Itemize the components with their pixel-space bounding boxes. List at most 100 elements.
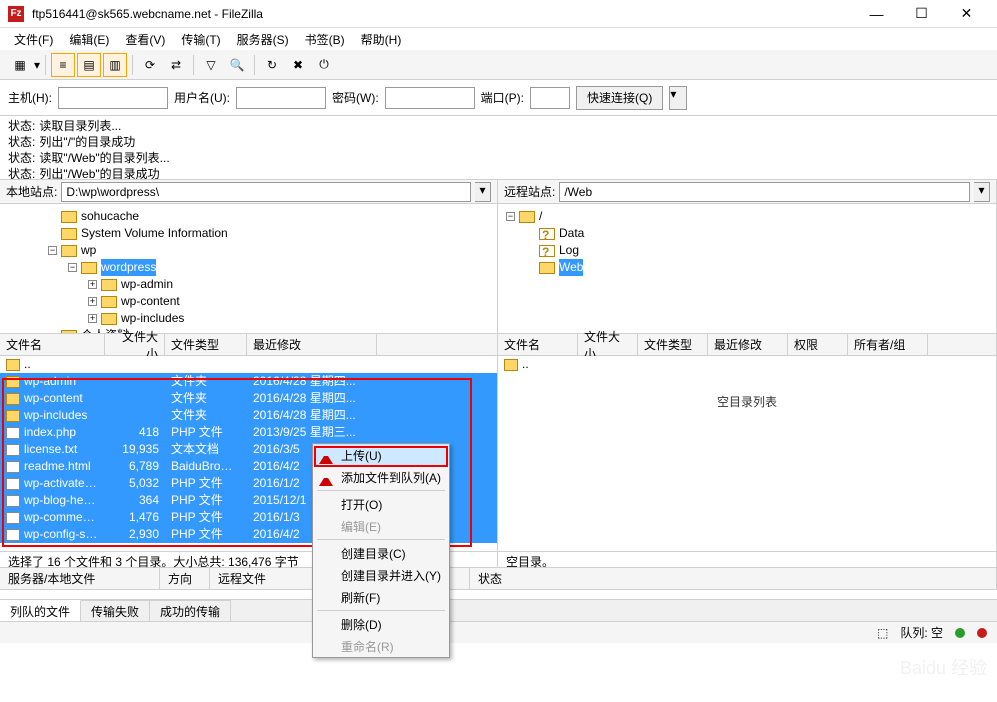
file-icon: [6, 529, 20, 541]
menu-item[interactable]: 服务器(S): [231, 29, 295, 50]
queue-status: 队列: 空: [900, 624, 943, 641]
host-input[interactable]: [58, 87, 168, 109]
expand-icon[interactable]: +: [88, 314, 97, 323]
menu-label: 添加文件到队列(A): [341, 469, 441, 486]
menu-item[interactable]: 帮助(H): [355, 29, 408, 50]
toolbar-sitemanager-icon[interactable]: ▦: [8, 53, 32, 77]
expand-icon[interactable]: −: [48, 246, 57, 255]
column-header[interactable]: 最近修改: [708, 334, 788, 355]
local-tree[interactable]: sohucacheSystem Volume Information−wp−wo…: [0, 204, 497, 334]
queue-tab[interactable]: 成功的传输: [150, 600, 231, 621]
bottom-statusbar: ⬚ 队列: 空: [0, 621, 997, 643]
toolbar-cancel-icon[interactable]: ✖: [286, 53, 310, 77]
toolbar-toggle-queue-icon[interactable]: ▥: [103, 53, 127, 77]
file-row[interactable]: wp-admin文件夹2016/4/28 星期四...: [0, 373, 497, 390]
toolbar-filter-icon[interactable]: ▽: [199, 53, 223, 77]
queue-tab[interactable]: 传输失败: [81, 600, 150, 621]
menu-item[interactable]: 书签(B): [299, 29, 351, 50]
parent-dir[interactable]: ..: [0, 356, 497, 373]
queue-indicator-icon: ⬚: [877, 626, 888, 640]
context-menu-item[interactable]: 打开(O): [313, 493, 449, 515]
context-menu-item[interactable]: 添加文件到队列(A): [313, 466, 449, 488]
remote-path-input[interactable]: [559, 182, 970, 202]
tree-node[interactable]: Data: [526, 225, 988, 242]
menu-item[interactable]: 编辑(E): [63, 29, 115, 50]
remote-filelist[interactable]: .. 空目录列表: [498, 356, 996, 551]
quickconnect-button[interactable]: 快速连接(Q): [576, 86, 663, 110]
port-input[interactable]: [530, 87, 570, 109]
column-header[interactable]: 文件大小: [578, 334, 638, 355]
remote-path-dropdown[interactable]: ▾: [974, 182, 990, 202]
user-label: 用户名(U):: [174, 89, 230, 106]
expand-icon[interactable]: −: [506, 212, 515, 221]
expand-icon[interactable]: −: [68, 263, 77, 272]
tree-label: Data: [559, 225, 584, 242]
queue-tab[interactable]: 列队的文件: [0, 600, 81, 621]
transfer-queue[interactable]: [0, 589, 997, 599]
folder-icon: [504, 359, 518, 371]
maximize-button[interactable]: ☐: [899, 0, 944, 28]
local-path-input[interactable]: [61, 182, 471, 202]
context-menu-item[interactable]: 刷新(F): [313, 586, 449, 608]
file-row[interactable]: index.php418PHP 文件2013/9/25 星期三...: [0, 424, 497, 441]
local-path-dropdown[interactable]: ▾: [475, 182, 491, 202]
toolbar-search-icon[interactable]: 🔍: [225, 53, 249, 77]
column-header[interactable]: 文件名: [0, 334, 105, 355]
toolbar-toggle-log-icon[interactable]: ≡: [51, 53, 75, 77]
tree-label: Web: [559, 259, 583, 276]
expand-icon[interactable]: +: [88, 297, 97, 306]
toolbar-sync-icon[interactable]: ⟳: [138, 53, 162, 77]
user-input[interactable]: [236, 87, 326, 109]
context-menu: 上传(U)添加文件到队列(A)打开(O)编辑(E)创建目录(C)创建目录并进入(…: [312, 443, 450, 658]
col-server[interactable]: 服务器/本地文件: [0, 568, 160, 589]
tree-node[interactable]: System Volume Information: [48, 225, 489, 242]
queue-tabs: 列队的文件传输失败成功的传输: [0, 599, 997, 621]
tree-node[interactable]: +wp-content: [88, 293, 489, 310]
toolbar-refresh-icon[interactable]: ↻: [260, 53, 284, 77]
tree-node[interactable]: Log: [526, 242, 988, 259]
tree-node[interactable]: +wp-admin: [88, 276, 489, 293]
toolbar-toggle-tree-icon[interactable]: ▤: [77, 53, 101, 77]
tree-label: wp-includes: [121, 310, 184, 327]
message-log[interactable]: 状态:读取目录列表...状态:列出"/"的目录成功状态:读取"/Web"的目录列…: [0, 116, 997, 180]
column-header[interactable]: 文件大小: [105, 334, 165, 355]
pass-input[interactable]: [385, 87, 475, 109]
file-row[interactable]: wp-content文件夹2016/4/28 星期四...: [0, 390, 497, 407]
menu-separator: [317, 610, 445, 611]
context-menu-item[interactable]: 创建目录并进入(Y): [313, 564, 449, 586]
tree-node[interactable]: −wp: [48, 242, 489, 259]
tree-node[interactable]: Web: [526, 259, 988, 276]
tree-label: /: [539, 208, 542, 225]
column-header[interactable]: 文件类型: [165, 334, 247, 355]
context-menu-item[interactable]: 上传(U): [313, 444, 449, 466]
remote-tree[interactable]: −/DataLogWeb: [498, 204, 996, 334]
column-header[interactable]: 文件名: [498, 334, 578, 355]
menu-item[interactable]: 文件(F): [8, 29, 59, 50]
tree-node[interactable]: + wp-includes: [88, 310, 489, 327]
toolbar-compare-icon[interactable]: ⇄: [164, 53, 188, 77]
col-direction[interactable]: 方向: [160, 568, 210, 589]
tree-node[interactable]: −wordpress: [68, 259, 489, 276]
context-menu-item: 重命名(R): [313, 635, 449, 657]
column-header[interactable]: 权限: [788, 334, 848, 355]
toolbar-disconnect-icon[interactable]: ⏻: [312, 53, 336, 77]
folder-icon: [519, 211, 535, 223]
minimize-button[interactable]: —: [854, 0, 899, 28]
column-header[interactable]: 所有者/组: [848, 334, 928, 355]
file-row[interactable]: wp-includes文件夹2016/4/28 星期四...: [0, 407, 497, 424]
expand-icon[interactable]: +: [88, 280, 97, 289]
context-menu-item[interactable]: 删除(D): [313, 613, 449, 635]
folder-icon: [539, 245, 555, 257]
tree-node[interactable]: sohucache: [48, 208, 489, 225]
file-icon: [6, 478, 20, 490]
menu-item[interactable]: 传输(T): [175, 29, 226, 50]
remote-pane: 远程站点: ▾ −/DataLogWeb 文件名文件大小文件类型最近修改权限所有…: [498, 180, 997, 567]
quickconnect-dropdown[interactable]: ▾: [669, 86, 687, 110]
menu-item[interactable]: 查看(V): [119, 29, 171, 50]
column-header[interactable]: 最近修改: [247, 334, 377, 355]
tree-node[interactable]: −/: [506, 208, 988, 225]
col-status[interactable]: 状态: [470, 568, 997, 589]
column-header[interactable]: 文件类型: [638, 334, 708, 355]
context-menu-item[interactable]: 创建目录(C): [313, 542, 449, 564]
close-button[interactable]: ✕: [944, 0, 989, 28]
